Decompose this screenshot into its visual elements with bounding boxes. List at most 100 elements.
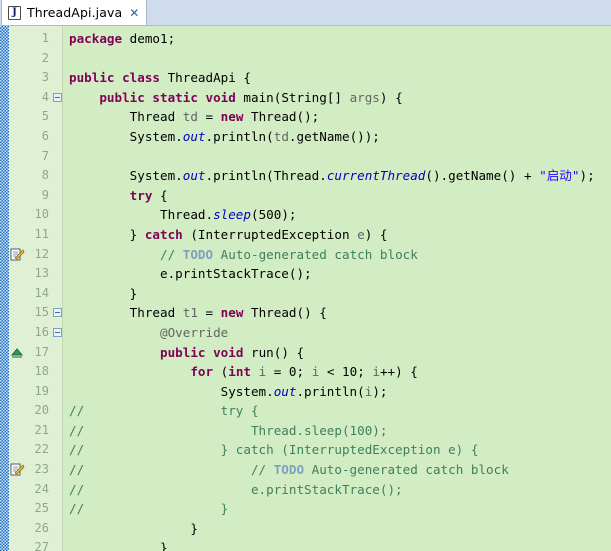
code-token: out bbox=[182, 168, 206, 184]
code-token: // } bbox=[69, 501, 229, 517]
line-number: 3 bbox=[41, 70, 49, 85]
code-token: = bbox=[197, 109, 221, 125]
code-line[interactable]: System.out.println(i); bbox=[69, 382, 611, 402]
code-token: TODO bbox=[273, 462, 305, 478]
code-token: ) { bbox=[364, 226, 388, 242]
code-line[interactable]: package demo1; bbox=[69, 29, 611, 49]
editor-tab-bar: ThreadApi.java ✕ bbox=[0, 0, 611, 26]
code-token: < 10; bbox=[319, 364, 373, 380]
code-line[interactable]: for (int i = 0; i < 10; i++) { bbox=[69, 362, 611, 382]
code-line[interactable]: @Override bbox=[69, 323, 611, 343]
code-token: Thread bbox=[69, 305, 183, 321]
code-line[interactable]: } bbox=[69, 538, 611, 551]
line-number: 18 bbox=[34, 364, 49, 379]
code-token: ThreadApi { bbox=[160, 70, 251, 86]
line-number: 15 bbox=[34, 305, 49, 320]
line-number: 26 bbox=[34, 520, 49, 535]
code-token: try bbox=[129, 187, 153, 203]
code-line[interactable]: // } catch (InterruptedException e) { bbox=[69, 440, 611, 460]
code-token: td bbox=[182, 109, 198, 125]
override-method-marker[interactable] bbox=[10, 345, 25, 361]
code-line[interactable]: // TODO Auto-generated catch block bbox=[69, 245, 611, 265]
code-line[interactable]: Thread t1 = new Thread() { bbox=[69, 303, 611, 323]
code-line[interactable]: public class ThreadApi { bbox=[69, 68, 611, 88]
code-token: e bbox=[357, 226, 365, 242]
code-line[interactable]: try { bbox=[69, 186, 611, 206]
line-number: 6 bbox=[41, 128, 49, 143]
code-line[interactable]: e.printStackTrace(); bbox=[69, 264, 611, 284]
code-token: public void bbox=[160, 344, 244, 360]
code-line[interactable]: Thread td = new Thread(); bbox=[69, 107, 611, 127]
code-line[interactable] bbox=[69, 49, 611, 69]
code-token: run() { bbox=[243, 344, 305, 360]
line-number: 16 bbox=[34, 324, 49, 339]
code-token: // try { bbox=[69, 403, 259, 419]
code-token: // bbox=[160, 246, 183, 262]
code-line[interactable]: System.out.println(td.getName()); bbox=[69, 127, 611, 147]
close-icon[interactable]: ✕ bbox=[129, 7, 139, 19]
code-token: ++) { bbox=[379, 364, 418, 380]
code-token: Auto-generated catch block bbox=[304, 462, 509, 478]
code-token: ); bbox=[579, 168, 595, 184]
code-line[interactable]: // e.printStackTrace(); bbox=[69, 480, 611, 500]
change-bar bbox=[0, 26, 9, 551]
code-token: public class bbox=[69, 70, 160, 86]
code-token: { bbox=[152, 187, 168, 203]
code-line[interactable]: } bbox=[69, 519, 611, 539]
folding-ruler[interactable] bbox=[52, 26, 63, 551]
code-line[interactable]: } catch (InterruptedException e) { bbox=[69, 225, 611, 245]
code-token: i bbox=[372, 364, 380, 380]
fold-collapse-icon[interactable] bbox=[53, 328, 62, 337]
code-line[interactable]: Thread.sleep(500); bbox=[69, 205, 611, 225]
line-number: 11 bbox=[34, 226, 49, 241]
code-token: t1 bbox=[182, 305, 198, 321]
marker-gutter[interactable] bbox=[9, 26, 26, 551]
code-editor[interactable]: 1 2 3 4 5 6 7 8 9 10 11 12 13 14 15 16 17 18 19 20 21 22 23 24 2… bbox=[0, 26, 611, 551]
code-line[interactable] bbox=[69, 147, 611, 167]
code-token: .getName()); bbox=[288, 128, 380, 144]
code-token: Auto-generated catch block bbox=[213, 246, 418, 262]
line-number: 21 bbox=[34, 422, 49, 437]
code-line[interactable]: // // TODO Auto-generated catch block bbox=[69, 460, 611, 480]
code-token: // e.printStackTrace(); bbox=[69, 481, 403, 497]
code-token: package bbox=[69, 31, 123, 46]
code-token: } bbox=[69, 285, 138, 301]
code-token: .println(Thread. bbox=[205, 168, 327, 184]
code-token: .println( bbox=[205, 128, 274, 144]
fold-collapse-icon[interactable] bbox=[53, 308, 62, 318]
code-line[interactable]: // Thread.sleep(100); bbox=[69, 421, 611, 441]
code-text-area[interactable]: package demo1; public class ThreadApi { … bbox=[63, 26, 611, 551]
todo-task-marker[interactable] bbox=[10, 247, 25, 263]
code-token: @Override bbox=[160, 324, 229, 340]
code-token: e.printStackTrace(); bbox=[69, 266, 312, 282]
todo-task-marker[interactable] bbox=[10, 462, 25, 478]
code-token: ); bbox=[372, 383, 388, 399]
line-number: 24 bbox=[34, 481, 49, 496]
code-token: System. bbox=[69, 128, 183, 144]
code-line[interactable]: System.out.println(Thread.currentThread(… bbox=[69, 166, 611, 186]
code-token: out bbox=[273, 383, 297, 399]
code-line[interactable]: public void run() { bbox=[69, 343, 611, 363]
code-line[interactable]: // try { bbox=[69, 401, 611, 421]
code-line[interactable]: public static void main(String[] args) { bbox=[69, 88, 611, 108]
code-token: ) { bbox=[379, 89, 403, 105]
java-file-icon bbox=[8, 5, 21, 20]
code-line[interactable]: } bbox=[69, 284, 611, 304]
line-number: 12 bbox=[34, 246, 49, 261]
line-number: 22 bbox=[34, 442, 49, 457]
code-token: // // bbox=[69, 462, 274, 478]
line-number: 10 bbox=[34, 207, 49, 222]
code-token: for bbox=[190, 364, 214, 380]
code-token: (InterruptedException bbox=[182, 226, 358, 242]
code-token: new bbox=[220, 305, 244, 321]
code-line[interactable]: // } bbox=[69, 499, 611, 519]
tab-threadapi-java[interactable]: ThreadApi.java ✕ bbox=[1, 0, 148, 25]
code-token: (500); bbox=[250, 207, 297, 223]
fold-collapse-icon[interactable] bbox=[53, 92, 62, 102]
code-token: Thread() { bbox=[243, 305, 327, 321]
